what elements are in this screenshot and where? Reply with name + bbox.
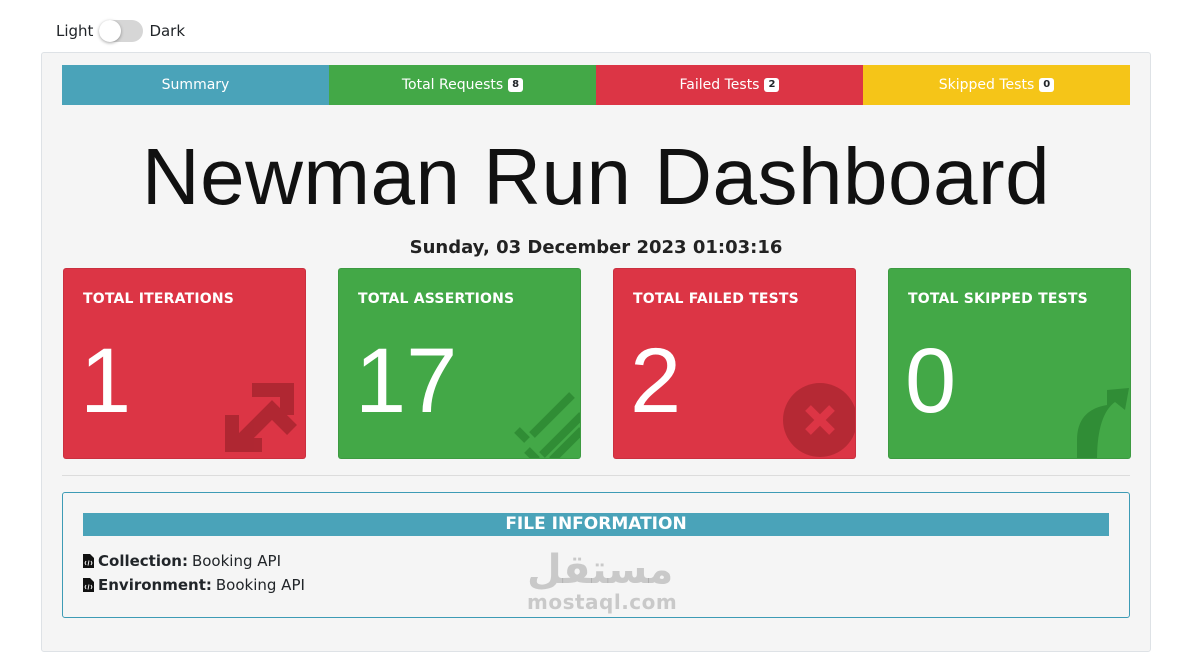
nav-tabs: Summary Total Requests 8 Failed Tests 2 … (62, 65, 1130, 105)
card-title: TOTAL ASSERTIONS (358, 291, 515, 307)
card-title: TOTAL SKIPPED TESTS (908, 291, 1088, 307)
total-requests-badge: 8 (508, 78, 524, 92)
collection-row: Collection: Booking API (83, 552, 281, 570)
sync-icon (225, 383, 297, 452)
collection-value: Booking API (191, 552, 281, 570)
card-value: 1 (80, 330, 132, 432)
card-total-iterations: TOTAL ITERATIONS 1 (63, 268, 306, 459)
skipped-tests-badge: 0 (1039, 78, 1055, 92)
tab-label: Total Requests (401, 77, 504, 93)
failed-tests-badge: 2 (764, 78, 780, 92)
environment-row: Environment: Booking API (83, 576, 305, 594)
run-datetime: Sunday, 03 December 2023 01:03:16 (409, 237, 783, 258)
card-title: TOTAL ITERATIONS (83, 291, 235, 307)
dark-label: Dark (149, 22, 186, 40)
theme-toggle: Light Dark (56, 20, 185, 42)
list-check-icon (514, 392, 580, 458)
times-circle-icon (783, 383, 855, 457)
tab-label: Failed Tests (679, 77, 760, 93)
collection-label: Collection: (98, 552, 188, 570)
share-arrow-icon (1077, 388, 1129, 458)
tab-label: Skipped Tests (938, 77, 1035, 93)
card-value: 17 (355, 330, 458, 432)
card-total-skipped-tests: TOTAL SKIPPED TESTS 0 (888, 268, 1131, 459)
theme-switch-knob (99, 20, 122, 42)
tab-label: Summary (161, 77, 230, 93)
theme-switch[interactable] (99, 20, 144, 42)
card-value: 2 (630, 330, 682, 432)
light-label: Light (56, 22, 94, 40)
watermark-arabic: مستقل (527, 547, 674, 593)
summary-cards: TOTAL ITERATIONS 1 TOTAL ASSERTIONS 17 T… (63, 268, 1131, 460)
card-total-failed-tests: TOTAL FAILED TESTS 2 (613, 268, 856, 459)
card-title: TOTAL FAILED TESTS (633, 291, 799, 307)
card-value: 0 (905, 330, 957, 432)
file-information-header: FILE INFORMATION (83, 513, 1109, 536)
file-code-icon (83, 578, 94, 592)
tab-summary[interactable]: Summary (62, 65, 329, 105)
section-divider (62, 475, 1130, 476)
watermark-logo: مستقل mostaql.com (527, 547, 678, 614)
tab-total-requests[interactable]: Total Requests 8 (329, 65, 596, 105)
environment-value: Booking API (215, 576, 305, 594)
environment-label: Environment: (98, 576, 212, 594)
page-title: Newman Run Dashboard (141, 132, 1051, 221)
file-code-icon (83, 554, 94, 568)
tab-skipped-tests[interactable]: Skipped Tests 0 (863, 65, 1130, 105)
card-total-assertions: TOTAL ASSERTIONS 17 (338, 268, 581, 459)
tab-failed-tests[interactable]: Failed Tests 2 (596, 65, 863, 105)
watermark-latin: mostaql.com (527, 590, 678, 614)
